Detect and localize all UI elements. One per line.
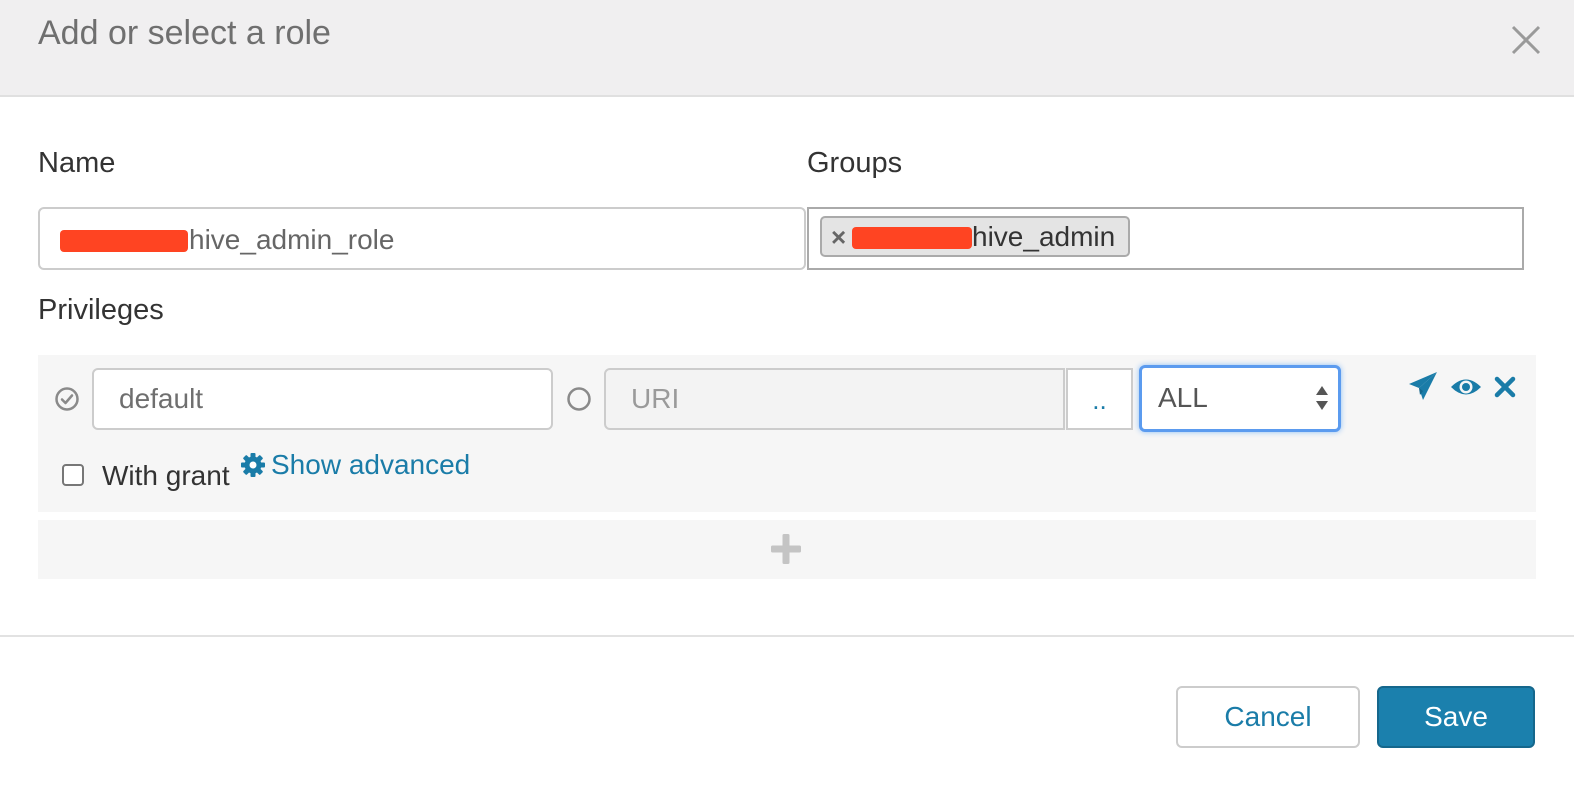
with-grant-label: With grant	[102, 460, 230, 491]
show-advanced-label: Show advanced	[271, 449, 471, 480]
dialog-header: Add or select a role	[0, 0, 1574, 97]
remove-tag-icon[interactable]: ×	[831, 222, 846, 252]
browse-button[interactable]: ..	[1066, 368, 1133, 430]
cancel-button[interactable]: Cancel	[1176, 686, 1360, 748]
uri-radio-icon[interactable]	[566, 386, 592, 412]
add-privilege-button[interactable]	[38, 520, 1536, 579]
eye-icon[interactable]	[1450, 374, 1482, 400]
privileges-label: Privileges	[38, 294, 164, 326]
save-button[interactable]: Save	[1377, 686, 1535, 748]
remove-icon[interactable]	[1494, 376, 1516, 398]
close-button[interactable]	[1506, 20, 1546, 60]
groups-select[interactable]: × hive_admin	[807, 207, 1524, 270]
action-select-value: ALL	[1158, 382, 1208, 413]
with-grant-checkbox[interactable]	[62, 464, 84, 486]
plus-icon	[771, 534, 801, 564]
send-icon[interactable]	[1407, 370, 1439, 402]
action-select[interactable]: ALL	[1139, 365, 1341, 432]
select-arrows-icon	[1316, 386, 1328, 410]
close-icon[interactable]	[1506, 20, 1546, 60]
name-label: Name	[38, 147, 116, 179]
groups-label: Groups	[807, 147, 903, 179]
group-tag: × hive_admin	[820, 216, 1130, 257]
role-name-value: hive_admin_role	[189, 224, 395, 255]
footer-divider	[0, 635, 1574, 637]
group-tag-label: hive_admin	[972, 221, 1116, 252]
redaction-mark	[60, 230, 188, 252]
uri-input[interactable]: URI	[604, 368, 1065, 430]
redaction-mark	[852, 227, 972, 249]
dialog-title: Add or select a role	[38, 14, 331, 52]
database-radio-checked-icon[interactable]	[54, 386, 80, 412]
role-name-input[interactable]: hive_admin_role	[38, 207, 806, 270]
database-input[interactable]	[92, 368, 553, 430]
gear-icon	[241, 453, 265, 477]
